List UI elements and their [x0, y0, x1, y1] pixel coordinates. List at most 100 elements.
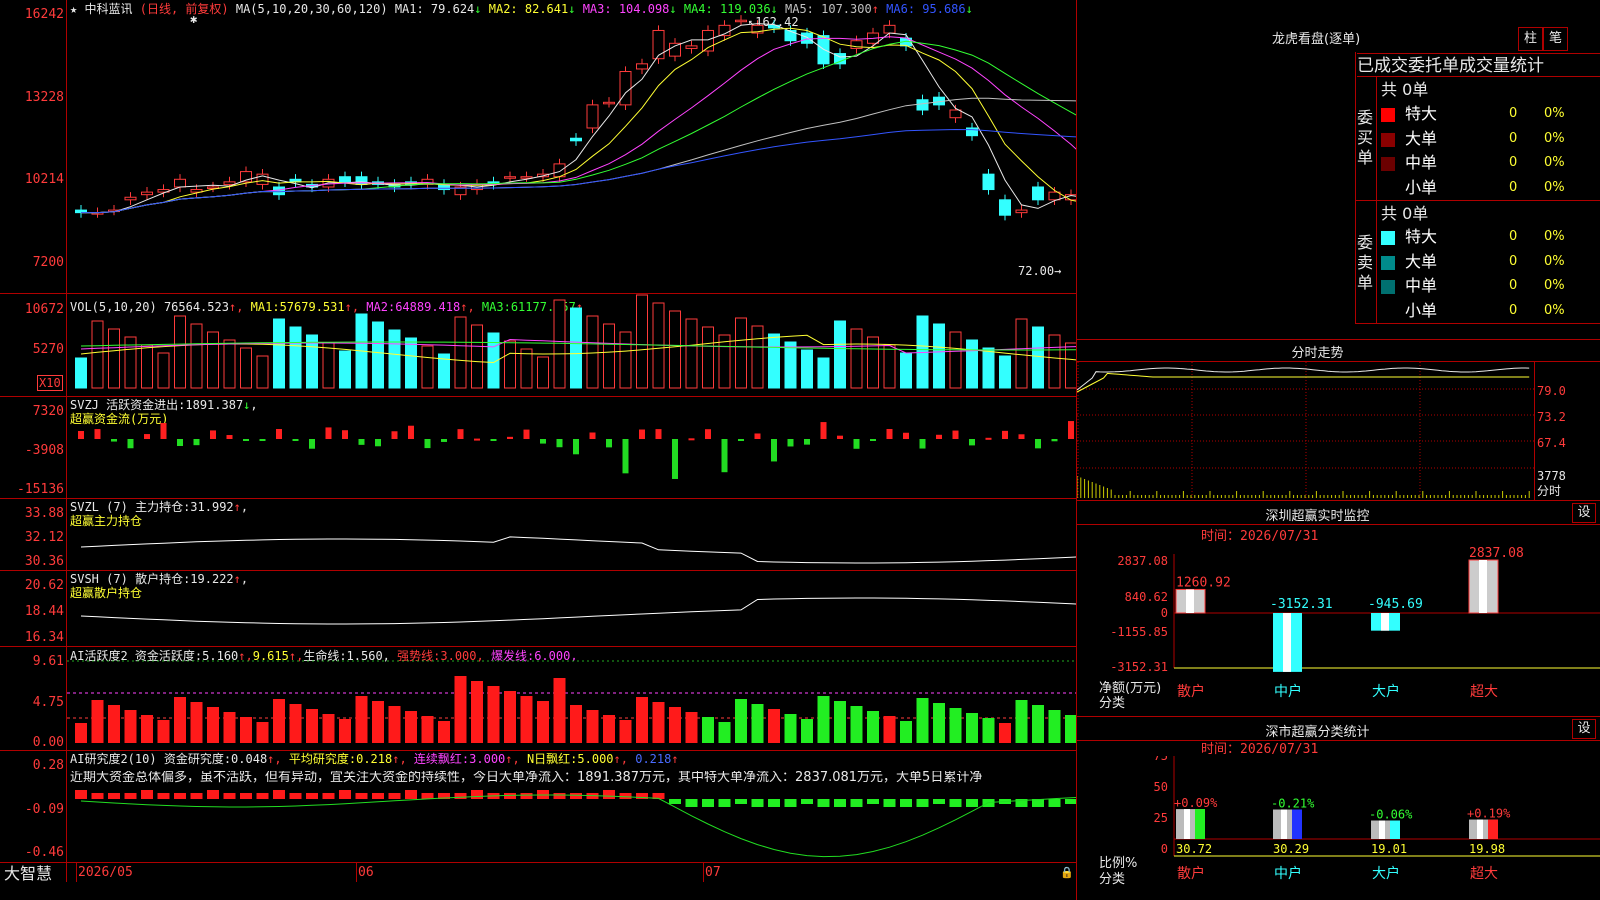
xaxis-tick — [703, 862, 704, 882]
activity-bar — [157, 720, 170, 743]
research-bar — [867, 799, 879, 804]
research-bar — [520, 793, 533, 799]
volume-bar — [322, 342, 335, 389]
legend-swatch — [1381, 280, 1395, 294]
research-bar — [322, 793, 335, 799]
row-value: 0 — [1509, 130, 1518, 146]
monitor-settings-button[interactable]: 设 — [1572, 503, 1596, 523]
monitor-time: 时间：2026/07/31 — [1201, 529, 1319, 544]
xaxis-label: 06 — [358, 865, 374, 880]
buy-side-label: 委买单 — [1357, 108, 1374, 167]
flow-bar — [523, 429, 530, 439]
ai-active-chart[interactable] — [67, 647, 1076, 750]
flow-bar — [820, 422, 827, 439]
svzj-chart[interactable] — [67, 397, 1076, 498]
research-bar — [949, 799, 962, 807]
volume-bar — [405, 337, 417, 389]
tab-column[interactable]: 柱 — [1518, 27, 1543, 51]
candle-body — [784, 29, 797, 42]
monitor-bar-label: 2837.08 — [1469, 546, 1524, 561]
activity-bar — [124, 710, 137, 743]
research-bar — [702, 799, 714, 807]
monitor-bar-highlight — [1186, 589, 1194, 613]
activity-bar — [669, 707, 681, 743]
price-line — [1077, 367, 1530, 391]
activity-bar — [603, 715, 615, 743]
volume-bar — [471, 324, 483, 389]
flow-bar — [474, 438, 480, 441]
activity-bar — [570, 705, 582, 743]
research-bar — [75, 790, 87, 799]
activity-bar — [322, 714, 335, 743]
research-bar — [834, 799, 846, 807]
ai-active-axis-label: 4.75 — [32, 695, 64, 710]
candle-body — [504, 176, 516, 179]
flow-bar — [754, 433, 761, 439]
classify-ylabel: 比例% — [1099, 856, 1138, 871]
classify-bar-accent — [1390, 820, 1400, 839]
row-label: 中单 — [1405, 276, 1438, 295]
research-bar — [273, 790, 285, 799]
flow-bar — [210, 430, 216, 439]
research-bar — [289, 793, 302, 799]
lhkp-left-border — [1355, 52, 1356, 324]
research-bar — [454, 793, 467, 799]
candle-body — [1032, 186, 1044, 201]
classify-category-label: 超大 — [1470, 866, 1498, 882]
vol-axis-label: 5270 — [32, 342, 64, 357]
tab-tick[interactable]: 笔 — [1543, 27, 1568, 51]
candle-body — [685, 45, 698, 49]
classify-change-label: +0.19% — [1467, 807, 1511, 821]
kline-chart[interactable] — [67, 0, 1076, 292]
classify-value-label: 30.29 — [1273, 842, 1309, 856]
volume-chart[interactable] — [67, 294, 1076, 396]
activity-bar — [702, 717, 714, 743]
research-bar — [108, 793, 120, 799]
volume-bar — [685, 318, 698, 389]
main-axis-label: 13228 — [24, 90, 64, 105]
activity-bar — [619, 720, 632, 743]
activity-bar — [718, 722, 731, 743]
monitor-bar-label: 1260.92 — [1176, 575, 1231, 590]
activity-bar — [339, 719, 351, 743]
volume-bar — [669, 310, 681, 389]
activity-bar — [471, 681, 483, 743]
research-bar — [916, 799, 929, 807]
legend-swatch — [1381, 157, 1395, 171]
research-bar — [157, 793, 170, 799]
classify-bar-highlight — [1379, 820, 1385, 839]
flow-bar — [144, 434, 150, 439]
row-label: 大单 — [1405, 128, 1438, 148]
candle-body — [883, 24, 896, 34]
classify-bar-chart[interactable]: 75 50 25 0 +0.09% 30.72 散户 -0.21% 30.29 中户 -0.06% 1… — [1077, 756, 1600, 900]
activity-bar — [487, 686, 500, 743]
fenshi-axis-label: 3778 — [1537, 469, 1566, 483]
activity-bar — [91, 700, 104, 743]
svsh-chart[interactable] — [67, 571, 1076, 646]
activity-bar — [388, 706, 401, 743]
volume-bar — [75, 357, 87, 389]
research-bar — [355, 793, 368, 799]
svzl-chart[interactable] — [67, 499, 1076, 570]
activity-bar — [421, 716, 434, 743]
activity-bar — [240, 717, 252, 743]
research-bar — [421, 793, 434, 799]
activity-bar — [784, 714, 797, 743]
volume-bar — [553, 299, 566, 389]
lock-icon[interactable]: 🔒 — [1060, 866, 1074, 880]
flow-bar — [903, 432, 909, 439]
research-bar — [1065, 799, 1076, 804]
intraday-chart[interactable] — [1077, 362, 1534, 500]
research-bar — [306, 793, 318, 799]
research-bar — [339, 790, 351, 799]
volume-bar — [883, 344, 896, 389]
candle-body — [174, 178, 186, 188]
ai-research-chart[interactable] — [67, 751, 1076, 862]
volume-bar — [372, 321, 384, 389]
research-bar — [256, 793, 269, 799]
classify-settings-button[interactable]: 设 — [1572, 719, 1596, 739]
activity-bar — [174, 697, 186, 743]
lhkp-heading: 已成交委托单成交量统计 — [1357, 53, 1600, 77]
flow-bar — [1018, 434, 1025, 439]
flow-bar — [193, 439, 200, 446]
